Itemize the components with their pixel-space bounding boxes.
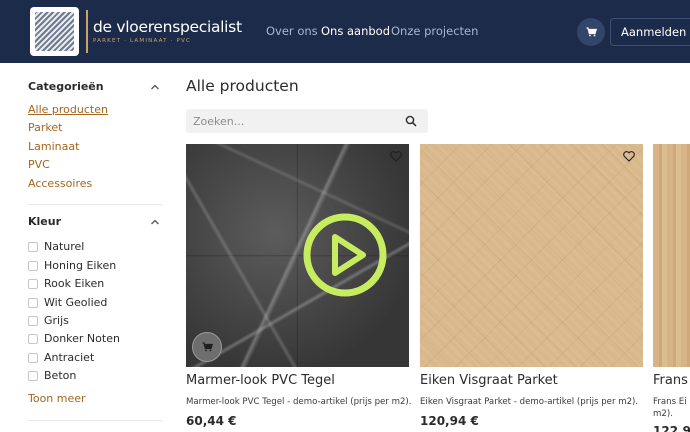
color-filter-wit-geolied[interactable]: Wit Geolied [28,296,107,309]
nav-over-ons[interactable]: Over ons [266,24,318,38]
product-price: 120,94 € [420,414,479,428]
color-label: Antraciet [44,351,95,364]
add-to-cart-button[interactable] [192,332,222,362]
color-filter-rook-eiken[interactable]: Rook Eiken [28,277,104,290]
logo[interactable] [30,7,79,56]
categories-heading: Categorieën [28,80,104,93]
color-filter-honing-eiken[interactable]: Honing Eiken [28,259,116,272]
brand-name[interactable]: de vloerenspecialist [93,18,242,36]
color-label: Naturel [44,240,85,253]
checkbox[interactable] [28,278,38,289]
color-label: Honing Eiken [44,259,117,272]
login-button[interactable]: Aanmelden [610,18,690,46]
heart-icon[interactable] [390,151,402,162]
checkbox[interactable] [28,333,38,344]
search-bar [186,109,428,133]
cart-button[interactable] [577,18,605,46]
checkbox[interactable] [28,352,38,363]
color-filter-naturel[interactable]: Naturel [28,240,84,253]
product-image-frans-eiken[interactable] [653,144,690,367]
color-filter-antraciet[interactable]: Antraciet [28,351,94,364]
product-title[interactable]: Marmer-look PVC Tegel [186,373,335,388]
category-parket[interactable]: Parket [28,121,62,134]
color-label: Rook Eiken [44,277,105,290]
product-description: Eiken Visgraat Parket - demo-artikel (pr… [420,397,639,407]
show-more-link[interactable]: Toon meer [28,392,86,405]
checkbox[interactable] [28,241,38,252]
page-title: Alle producten [186,77,299,95]
product-description: Marmer-look PVC Tegel - demo-artikel (pr… [186,397,412,407]
category-laminaat[interactable]: Laminaat [28,140,79,153]
logo-divider [86,10,88,53]
product-title[interactable]: Frans [653,373,688,388]
chevron-up-icon[interactable] [150,217,160,227]
search-input[interactable] [186,109,396,133]
logo-pattern [35,12,74,51]
product-price: 60,44 € [186,414,237,428]
category-pvc[interactable]: PVC [28,158,50,171]
nav-ons-aanbod[interactable]: Ons aanbod [321,24,390,38]
cart-icon [202,342,213,352]
color-filter-grijs[interactable]: Grijs [28,314,69,327]
checkbox[interactable] [28,260,38,271]
heart-icon[interactable] [623,151,635,162]
color-label: Beton [44,369,77,382]
brand-tagline: PARKET · LAMINAAT · PVC [93,38,192,44]
chevron-up-icon[interactable] [150,82,160,92]
sidebar-divider [28,204,162,205]
category-accessoires[interactable]: Accessoires [28,177,92,190]
search-icon[interactable] [405,115,417,127]
color-heading: Kleur [28,215,62,228]
product-image-eiken-visgraat[interactable] [420,144,643,367]
color-label: Grijs [44,314,69,327]
cart-icon [586,27,597,37]
checkbox[interactable] [28,315,38,326]
color-label: Donker Noten [44,332,120,345]
product-description: Frans Ei [653,397,687,407]
color-filter-beton[interactable]: Beton [28,369,76,382]
category-alle-producten[interactable]: Alle producten [28,103,108,116]
play-icon[interactable] [302,212,388,298]
checkbox[interactable] [28,297,38,308]
site-header: de vloerenspecialist PARKET · LAMINAAT ·… [0,0,690,63]
product-description-line2: m2). [653,409,673,419]
product-price: 122,9 [653,424,690,432]
color-filter-donker-noten[interactable]: Donker Noten [28,332,120,345]
color-label: Wit Geolied [44,296,108,309]
checkbox[interactable] [28,370,38,381]
nav-onze-projecten[interactable]: Onze projecten [391,24,478,38]
product-title[interactable]: Eiken Visgraat Parket [420,373,558,388]
sidebar-divider [28,420,162,421]
